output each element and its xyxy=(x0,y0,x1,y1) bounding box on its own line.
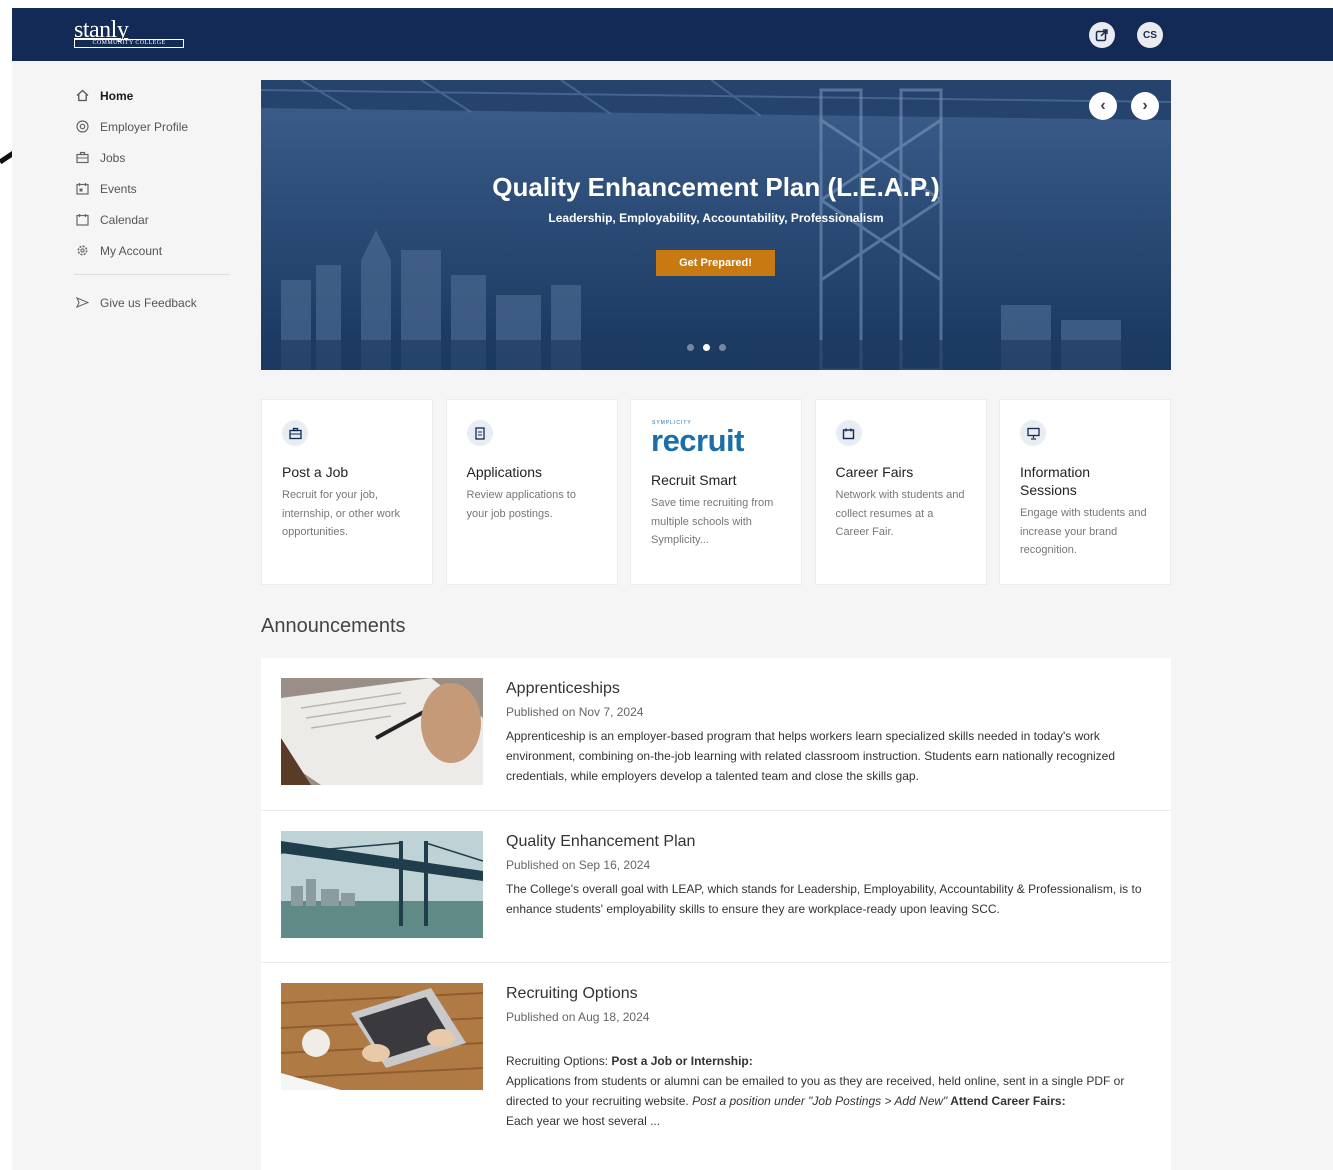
announcement-item[interactable]: Apprenticeships Published on Nov 7, 2024… xyxy=(261,658,1171,811)
announcement-body: Recruiting Options Published on Aug 18, … xyxy=(506,983,1156,1131)
text-bold-heading: Post a Job or Internship: xyxy=(611,1054,753,1068)
announcement-title[interactable]: Apprenticeships xyxy=(506,678,1156,700)
hero-title: Quality Enhancement Plan (L.E.A.P.) xyxy=(492,172,940,202)
sidebar-item-employer-profile[interactable]: Employer Profile xyxy=(74,111,234,142)
card-description: Network with students and collect resume… xyxy=(835,489,965,538)
external-link-button[interactable] xyxy=(1089,22,1115,48)
card-applications[interactable]: Applications Review applications to your… xyxy=(445,399,618,585)
sidebar-item-label: Give us Feedback xyxy=(100,295,197,310)
symplicity-recruit-logo: SYMPLICITY recruit xyxy=(651,418,771,458)
carousel-dot-1[interactable] xyxy=(687,344,694,351)
carousel-prev-button[interactable]: ‹ xyxy=(1089,92,1117,120)
announcement-thumbnail xyxy=(281,678,483,785)
carousel-dots xyxy=(687,344,726,351)
card-title: Post a Job xyxy=(282,464,349,480)
chevron-left-icon: ‹ xyxy=(1100,97,1106,114)
announcements-heading: Announcements xyxy=(261,615,406,637)
hero-subtitle: Leadership, Employability, Accountabilit… xyxy=(548,211,884,225)
hero-background-image xyxy=(261,80,1171,370)
sidebar: Home Employer Profile Jobs Events Calend… xyxy=(74,80,234,318)
at-sign-icon xyxy=(74,119,90,135)
sidebar-item-events[interactable]: Events xyxy=(74,173,234,204)
card-information-sessions[interactable]: Information Sessions Engage with student… xyxy=(999,399,1171,585)
announcement-item[interactable]: Recruiting Options Published on Aug 18, … xyxy=(261,963,1171,1170)
card-description: Save time recruiting from multiple schoo… xyxy=(651,497,774,546)
card-title: Applications xyxy=(466,464,543,480)
briefcase-icon xyxy=(282,420,308,446)
announcement-title[interactable]: Recruiting Options xyxy=(506,983,1156,1005)
announcement-text: Apprenticeship is an employer-based prog… xyxy=(506,729,1115,783)
sidebar-item-label: Jobs xyxy=(100,150,126,165)
get-prepared-button[interactable]: Get Prepared! xyxy=(656,250,775,276)
announcements-list: Apprenticeships Published on Nov 7, 2024… xyxy=(261,658,1171,1170)
announcement-date: Published on Sep 16, 2024 xyxy=(506,858,651,872)
text-bold-heading-2: Attend Career Fairs: xyxy=(947,1094,1066,1108)
sidebar-item-calendar[interactable]: Calendar xyxy=(74,204,234,235)
quick-action-cards: Post a Job Recruit for your job, interns… xyxy=(261,399,1171,585)
gear-icon xyxy=(74,243,90,259)
sidebar-item-my-account[interactable]: My Account xyxy=(74,235,234,266)
calendar-icon xyxy=(835,420,862,446)
document-icon xyxy=(466,420,493,446)
sidebar-item-jobs[interactable]: Jobs xyxy=(74,142,234,173)
announcement-date: Published on Nov 7, 2024 xyxy=(506,705,644,719)
card-title: Recruit Smart xyxy=(651,472,737,488)
announcement-body: Quality Enhancement Plan Published on Se… xyxy=(506,831,1156,919)
app-window: stanly COMMUNITY COLLEGE CS Home Employe… xyxy=(12,8,1333,1170)
announcement-thumbnail xyxy=(281,983,483,1090)
home-icon xyxy=(74,88,90,104)
user-avatar-button[interactable]: CS xyxy=(1137,22,1163,48)
calendar-events-icon xyxy=(74,181,90,197)
sidebar-item-feedback[interactable]: Give us Feedback xyxy=(74,287,234,318)
card-post-a-job[interactable]: Post a Job Recruit for your job, interns… xyxy=(261,399,433,585)
card-description: Engage with students and increase your b… xyxy=(1020,507,1147,556)
carousel-dot-3[interactable] xyxy=(719,344,726,351)
announcement-text: Recruiting Options: Post a Job or Intern… xyxy=(506,1051,1156,1131)
external-link-icon xyxy=(1095,29,1108,42)
presentation-icon xyxy=(1020,420,1046,446)
carousel-dot-2[interactable] xyxy=(703,344,710,351)
sidebar-item-label: Employer Profile xyxy=(100,119,189,134)
announcement-title[interactable]: Quality Enhancement Plan xyxy=(506,831,1156,853)
card-title: Information Sessions xyxy=(1020,464,1091,498)
hero-carousel: Quality Enhancement Plan (L.E.A.P.) Lead… xyxy=(261,80,1171,370)
sidebar-item-home[interactable]: Home xyxy=(74,80,234,111)
carousel-next-button[interactable]: › xyxy=(1131,92,1159,120)
text-prefix: Recruiting Options: xyxy=(506,1054,612,1068)
logo-text: recruit xyxy=(651,423,744,458)
announcement-item[interactable]: Quality Enhancement Plan Published on Se… xyxy=(261,811,1171,963)
announcement-body: Apprenticeships Published on Nov 7, 2024… xyxy=(506,678,1156,786)
announcement-thumbnail xyxy=(281,831,483,938)
card-description: Recruit for your job, internship, or oth… xyxy=(282,489,400,538)
text-italic: Post a position under "Job Postings > Ad… xyxy=(692,1094,948,1108)
sidebar-divider xyxy=(74,274,229,275)
send-icon xyxy=(74,295,90,311)
card-recruit-smart[interactable]: SYMPLICITY recruit Recruit Smart Save ti… xyxy=(630,399,802,585)
text-tail: Each year we host several ... xyxy=(506,1114,661,1128)
briefcase-icon xyxy=(74,150,90,166)
calendar-icon xyxy=(74,212,90,228)
logo-subtext: COMMUNITY COLLEGE xyxy=(74,39,184,48)
announcement-date: Published on Aug 18, 2024 xyxy=(506,1010,650,1024)
top-bar: stanly COMMUNITY COLLEGE CS xyxy=(12,8,1333,61)
announcement-text: The College's overall goal with LEAP, wh… xyxy=(506,882,1142,916)
sidebar-item-label: Home xyxy=(100,88,134,103)
sidebar-item-label: Calendar xyxy=(100,212,149,227)
chevron-right-icon: › xyxy=(1142,97,1148,114)
sidebar-item-label: Events xyxy=(100,181,137,196)
card-description: Review applications to your job postings… xyxy=(466,489,576,520)
card-career-fairs[interactable]: Career Fairs Network with students and c… xyxy=(814,399,987,585)
card-title: Career Fairs xyxy=(835,464,914,480)
sidebar-item-label: My Account xyxy=(100,243,163,258)
college-logo[interactable]: stanly COMMUNITY COLLEGE xyxy=(74,17,186,49)
